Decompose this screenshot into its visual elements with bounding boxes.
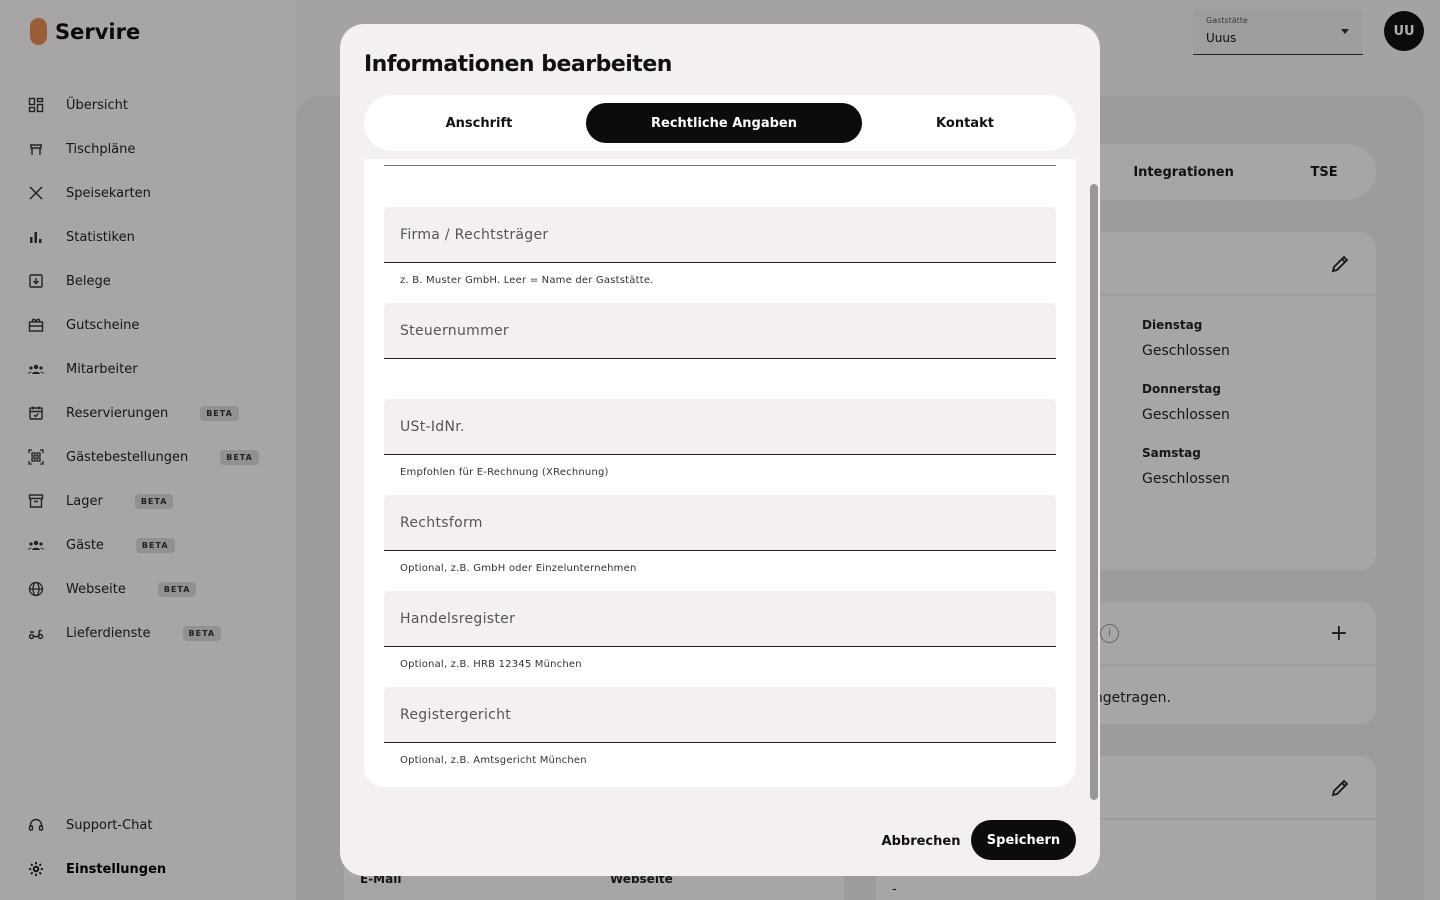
tab-kontakt[interactable]: Kontakt bbox=[862, 103, 1068, 143]
legal-info-form[interactable]: z. B. Muster GmbH. Leer = Name der Gasts… bbox=[364, 159, 1076, 787]
scrollbar[interactable] bbox=[1090, 184, 1098, 800]
tab-rechtliche-angaben[interactable]: Rechtliche Angaben bbox=[586, 103, 862, 143]
edit-information-dialog: Informationen bearbeiten Anschrift Recht… bbox=[340, 24, 1100, 876]
commercial-register-helper: Optional, z.B. HRB 12345 München bbox=[400, 659, 582, 670]
company-input[interactable] bbox=[384, 207, 1056, 262]
legal-form-helper: Optional, z.B. GmbH oder Einzelunternehm… bbox=[400, 563, 637, 574]
company-helper: z. B. Muster GmbH. Leer = Name der Gasts… bbox=[400, 275, 654, 286]
commercial-register-input[interactable] bbox=[384, 591, 1056, 646]
vat-id-input[interactable] bbox=[384, 399, 1056, 454]
vat-id-field[interactable] bbox=[384, 399, 1056, 455]
register-court-input[interactable] bbox=[384, 687, 1056, 742]
tax-number-field[interactable] bbox=[384, 303, 1056, 359]
legal-form-input[interactable] bbox=[384, 495, 1056, 550]
tax-number-input[interactable] bbox=[384, 303, 1056, 358]
divider bbox=[384, 165, 1056, 166]
register-court-field[interactable] bbox=[384, 687, 1056, 743]
company-field[interactable] bbox=[384, 207, 1056, 263]
save-button[interactable]: Speichern bbox=[971, 820, 1076, 860]
cancel-button[interactable]: Abbrechen bbox=[880, 823, 962, 859]
vat-id-helper: Empfohlen für E-Rechnung (XRechnung) bbox=[400, 467, 609, 478]
dialog-tabs: Anschrift Rechtliche Angaben Kontakt bbox=[364, 95, 1076, 151]
dialog-title: Informationen bearbeiten bbox=[364, 52, 672, 77]
commercial-register-field[interactable] bbox=[384, 591, 1056, 647]
register-court-helper: Optional, z.B. Amtsgericht München bbox=[400, 755, 587, 766]
legal-form-field[interactable] bbox=[384, 495, 1056, 551]
tab-anschrift[interactable]: Anschrift bbox=[372, 103, 586, 143]
